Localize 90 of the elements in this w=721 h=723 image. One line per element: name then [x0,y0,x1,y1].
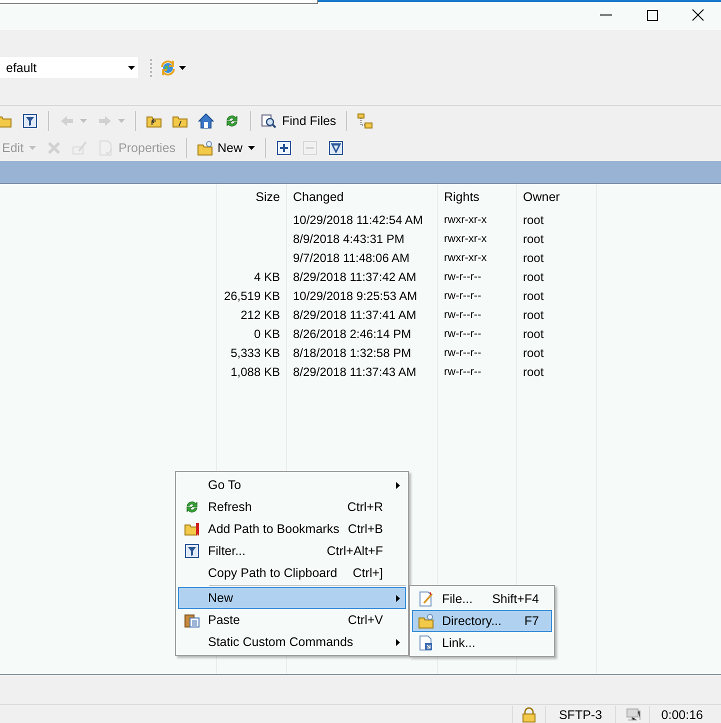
filter-icon [22,113,38,129]
home-icon [198,113,214,129]
refresh-icon [224,113,240,129]
menu-item[interactable]: Copy Path to Clipboard Ctrl+] [178,562,406,584]
table-cell: 8/26/2018 2:46:14 PM [293,326,412,340]
table-cell: root [523,232,544,246]
toolbar-button[interactable]: Find Files [259,110,338,132]
search-icon [261,113,277,129]
delete-icon [46,140,62,156]
close-icon [692,9,704,21]
table-cell: rwxr-xr-x [444,232,487,244]
caret-icon [80,119,87,123]
forward-arrow-icon [97,113,113,129]
table-cell: 8/29/2018 11:37:43 AM [293,364,416,378]
protocol-label: SFTP-3 [558,708,602,722]
table-cell: 8/29/2018 11:37:41 AM [293,308,416,322]
tree-icon [357,113,374,129]
table-cell: 0 KB [254,326,280,340]
table-cell: rwxr-xr-x [444,252,487,264]
menu-item[interactable]: Link... [412,632,552,654]
table-cell: 9/7/2018 11:48:06 AM [293,250,410,264]
table-cell: root [523,270,544,284]
table-cell: root [523,288,544,302]
new-folder-icon [196,140,213,156]
table-cell: 8/18/2018 1:32:58 PM [293,346,412,360]
toolbar-button[interactable]: New [194,137,257,159]
caret-icon [179,66,186,70]
properties-icon [98,140,114,156]
menu-item[interactable]: Paste Ctrl+V [178,609,406,631]
plus-icon [276,140,292,156]
table-cell: rw-r--r-- [444,290,482,302]
menu-item[interactable]: Add Path to Bookmarks Ctrl+B [178,518,406,540]
caret-icon [128,66,135,70]
column-header[interactable]: Changed [293,190,344,204]
table-cell: 5,333 KB [230,346,280,360]
session-combo[interactable]: efault [0,57,138,78]
table-cell: 8/9/2018 4:43:31 PM [293,232,404,246]
table-cell: 1,088 KB [230,364,280,378]
computer-icon [624,707,640,723]
back-arrow-icon [59,113,75,129]
elapsed-time: 0:00:16 [661,708,703,722]
table-cell: root [523,250,544,264]
globe-menu-button[interactable] [160,60,186,76]
submenu-arrow-icon [396,638,400,646]
table-cell: 8/29/2018 11:37:42 AM [293,270,416,284]
table-cell: root [523,326,544,340]
minimize-icon [600,14,612,16]
submenu-arrow-icon [396,594,400,602]
rename-icon [72,140,88,156]
minus-icon [302,140,318,156]
menu-item[interactable]: Directory... F7 [412,610,552,632]
table-cell: 10/29/2018 11:42:54 AM [293,212,423,226]
table-cell: rwxr-xr-x [444,214,487,226]
table-cell: root [523,212,544,226]
filter-icon [184,543,200,559]
globe-icon [160,60,176,76]
table-cell: 4 KB [254,270,280,284]
new-file-icon [418,591,434,607]
table-cell: 10/29/2018 9:25:53 AM [293,288,418,302]
column-header[interactable]: Rights [444,190,480,204]
menu-item[interactable]: Refresh Ctrl+R [178,496,406,518]
table-cell: 212 KB [240,308,280,322]
link-icon [418,635,434,651]
refresh-icon [184,499,200,515]
caret-icon [248,146,255,150]
new-folder-icon [418,613,434,629]
table-cell: root [523,308,544,322]
bookmark-folder-icon [184,521,200,537]
table-cell: root [523,346,544,360]
menu-item[interactable]: Static Custom Commands [178,631,406,653]
table-cell: rw-r--r-- [444,308,482,320]
table-cell: root [523,364,544,378]
table-cell: rw-r--r-- [444,270,482,282]
menu-item[interactable]: Go To [178,474,406,496]
column-header[interactable]: Owner [523,190,560,204]
menu-item[interactable]: Filter... Ctrl+Alt+F [178,540,406,562]
menu-item[interactable]: File... Shift+F4 [412,588,552,610]
menu-item[interactable]: New [178,587,406,609]
table-cell: rw-r--r-- [444,328,482,340]
table-cell: rw-r--r-- [444,366,482,378]
submenu-arrow-icon [396,482,400,488]
caret-icon [118,119,125,123]
lock-icon [521,707,537,723]
caret-icon [28,146,36,150]
filter-icon [328,140,344,156]
paste-icon [184,612,200,628]
table-cell: 26,519 KB [224,288,280,302]
column-header[interactable]: Size [256,190,280,204]
table-cell: rw-r--r-- [444,346,482,358]
maximize-icon [646,10,658,20]
